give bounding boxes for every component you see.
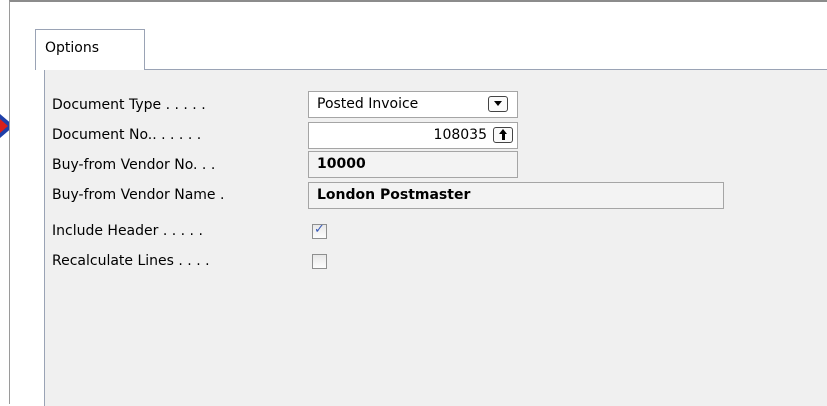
document-type-value: Posted Invoice [317,96,419,112]
buy-from-vendor-no-label: Buy-from Vendor No. . . [52,157,216,173]
buy-from-vendor-no-field: 10000 [308,151,518,178]
document-no-value: 108035 [433,127,487,143]
buy-from-vendor-name-field: London Postmaster [308,182,724,209]
document-no-label: Document No.. . . . . . [52,127,202,143]
buy-from-vendor-name-value: London Postmaster [317,187,471,203]
include-header-label: Include Header . . . . . [52,223,203,239]
buy-from-vendor-name-label: Buy-from Vendor Name . [52,187,225,203]
recalculate-lines-checkbox[interactable] [312,254,327,269]
checkmark-icon: ✓ [314,222,325,237]
chevron-down-icon[interactable] [488,96,508,112]
document-no-field[interactable]: 108035 [308,122,518,149]
buy-from-vendor-no-value: 10000 [317,156,366,172]
document-type-select[interactable]: Posted Invoice [308,91,518,118]
include-header-checkbox[interactable]: ✓ [312,222,327,239]
recalculate-lines-label: Recalculate Lines . . . . [52,253,210,269]
document-type-label: Document Type . . . . . [52,97,206,113]
tab-options[interactable]: Options [35,29,145,70]
options-panel: Document Type . . . . . Posted Invoice D… [44,69,827,406]
options-window: Options Document Type . . . . . Posted I… [9,0,827,406]
tab-options-label: Options [45,40,100,56]
arrow-up-icon[interactable] [493,127,513,143]
